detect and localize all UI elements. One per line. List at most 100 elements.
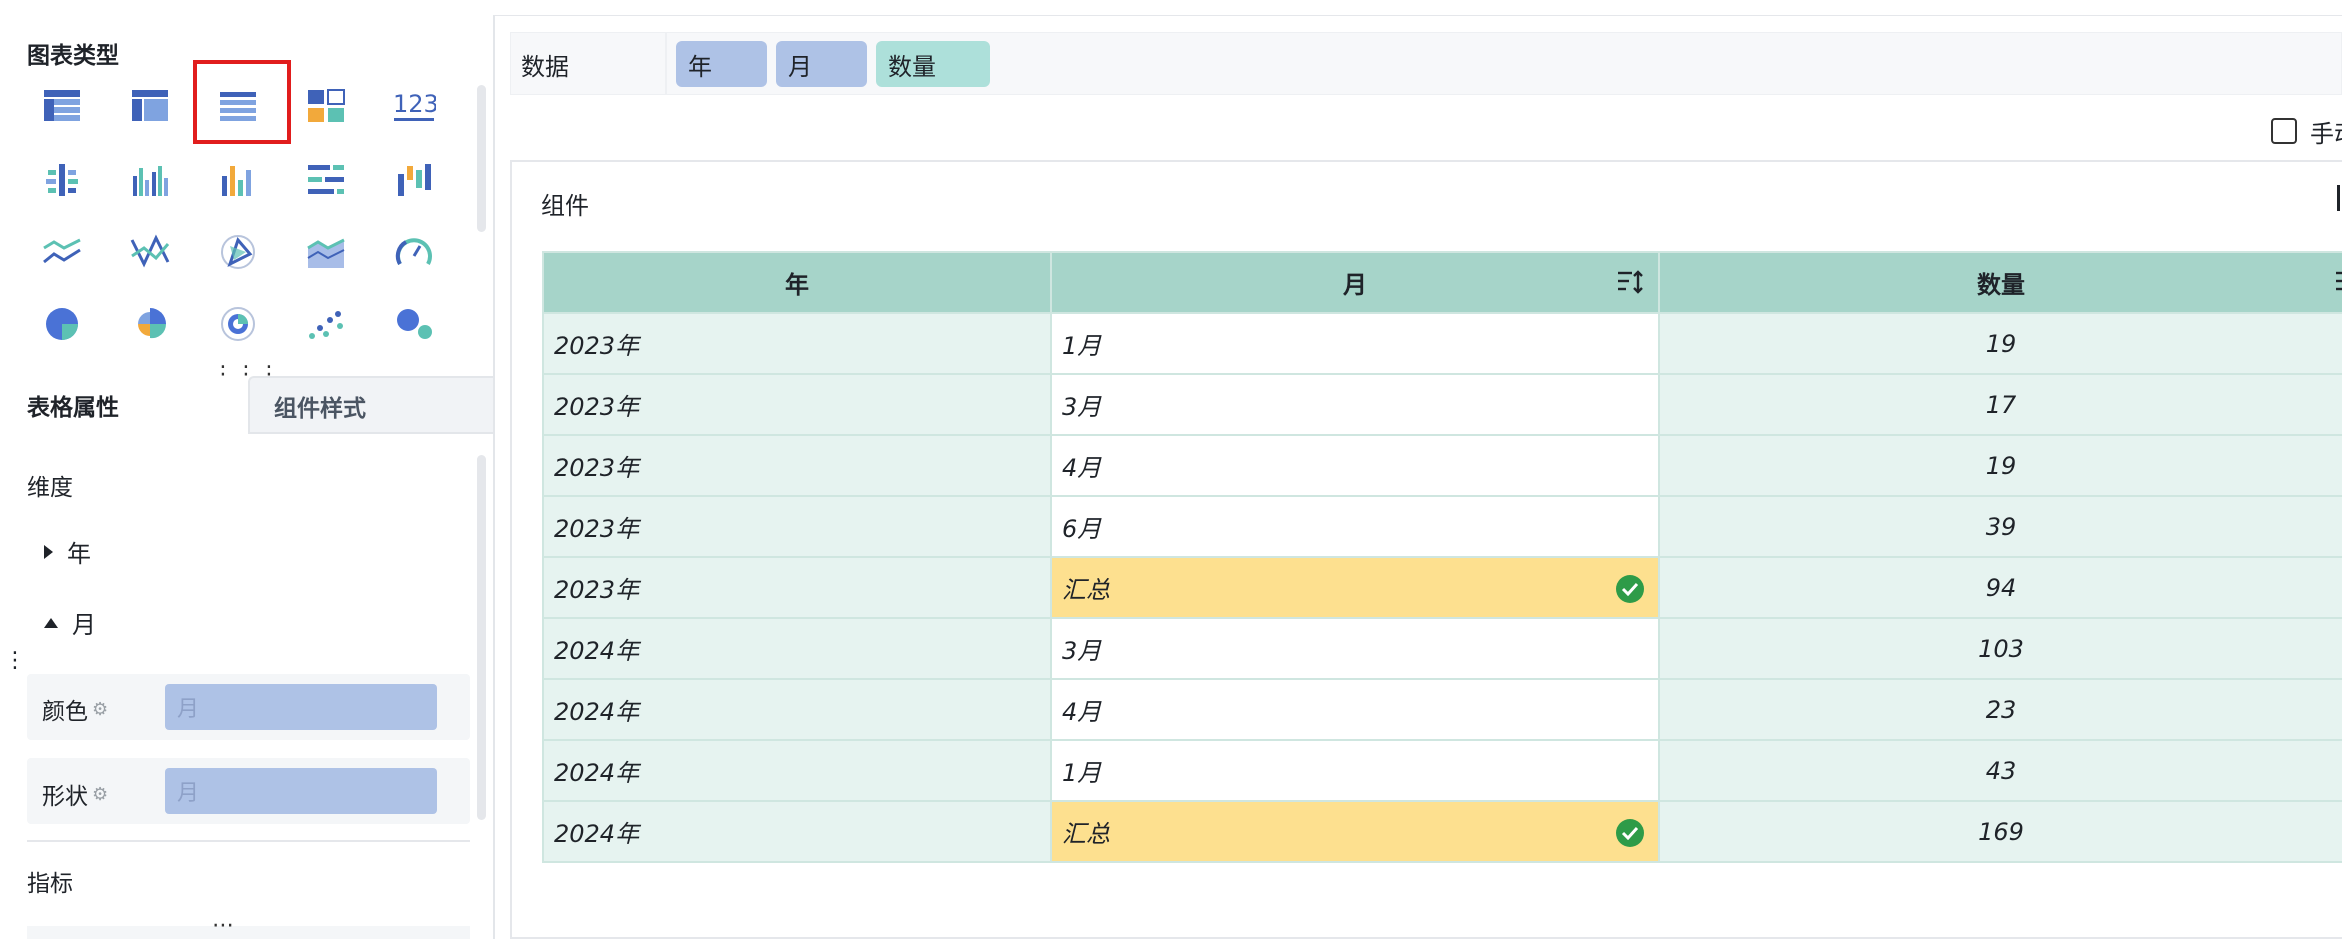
- manual-checkbox[interactable]: [2271, 118, 2297, 144]
- cell-month: 4月: [1050, 434, 1660, 497]
- manual-label: 手动: [2310, 120, 2342, 148]
- cell-quantity: 103: [1658, 617, 2342, 680]
- field-pill-year[interactable]: 年: [676, 41, 767, 87]
- rose-chart-icon[interactable]: [128, 304, 172, 344]
- sort-icon[interactable]: [1616, 269, 1644, 301]
- chart-type-title: 图表类型: [27, 43, 119, 69]
- cell-year: 2023年: [542, 495, 1052, 558]
- prop-shape-field[interactable]: 月: [165, 768, 437, 814]
- component-toolbar-edge: [2337, 185, 2340, 211]
- table-cross-icon[interactable]: [128, 86, 172, 126]
- area-chart-icon[interactable]: [304, 232, 348, 272]
- cell-month-text: 汇总: [1062, 820, 1110, 848]
- pie-chart-icon[interactable]: [40, 304, 84, 344]
- cell-year: 2024年: [542, 739, 1052, 802]
- line-chart-icon[interactable]: [40, 232, 84, 272]
- cell-year: 2024年: [542, 678, 1052, 741]
- table-header-row: 年 月 数量: [542, 251, 2342, 314]
- header-month[interactable]: 月: [1050, 251, 1660, 314]
- cell-month: 6月: [1050, 495, 1660, 558]
- chart-grid-scrollbar[interactable]: [477, 85, 486, 232]
- header-quantity-label: 数量: [1977, 271, 2025, 299]
- table-row[interactable]: 2024年 4月 23: [542, 678, 2342, 741]
- cell-month-text: 4月: [1062, 454, 1102, 482]
- resize-handle-bottom[interactable]: ⋯: [212, 913, 235, 938]
- side-drag-handle[interactable]: ⋮: [4, 648, 26, 673]
- field-pill-month[interactable]: 月: [776, 41, 867, 87]
- cell-month: 4月: [1050, 678, 1660, 741]
- field-pill-quantity[interactable]: 数量: [876, 41, 990, 87]
- tree-item-month-label: 月: [72, 611, 96, 639]
- caret-right-icon: [44, 544, 53, 559]
- tree-item-month[interactable]: 月: [44, 605, 96, 640]
- cell-month-total: 汇总: [1050, 800, 1660, 863]
- gear-icon[interactable]: ⚙: [92, 784, 108, 805]
- cell-quantity: 19: [1658, 312, 2342, 375]
- cell-month-text: 汇总: [1062, 576, 1110, 604]
- component-title: 组件: [541, 192, 589, 220]
- cell-month-text: 6月: [1062, 515, 1102, 543]
- bar-horizontal-icon[interactable]: [40, 160, 84, 200]
- tree-item-year[interactable]: 年: [44, 534, 91, 569]
- tab-component-style-label: 组件样式: [274, 395, 366, 422]
- radar-icon[interactable]: [216, 232, 260, 272]
- cell-month: 3月: [1050, 373, 1660, 436]
- cell-quantity: 17: [1658, 373, 2342, 436]
- table-row[interactable]: 2024年 3月 103: [542, 617, 2342, 680]
- cell-quantity: 39: [1658, 495, 2342, 558]
- sort-icon[interactable]: [2334, 269, 2342, 301]
- line-cross-icon[interactable]: [128, 232, 172, 272]
- tab-component-style[interactable]: 组件样式: [248, 376, 493, 433]
- caret-down-icon: [44, 617, 58, 628]
- header-year-label: 年: [785, 271, 809, 299]
- metrics-row-partial: [27, 926, 470, 939]
- cell-year: 2023年: [542, 373, 1052, 436]
- prop-shape-text: 形状: [42, 784, 88, 810]
- data-bar-label: 数据: [521, 53, 569, 81]
- table-row[interactable]: 2023年 6月 39: [542, 495, 2342, 558]
- table-row[interactable]: 2024年 1月 43: [542, 739, 2342, 802]
- cell-quantity: 94: [1658, 556, 2342, 619]
- cell-month-text: 1月: [1062, 759, 1102, 787]
- cell-year: 2024年: [542, 800, 1052, 863]
- table-row[interactable]: 2023年 4月 19: [542, 434, 2342, 497]
- header-year[interactable]: 年: [542, 251, 1052, 314]
- bar-grouped-icon[interactable]: [128, 160, 172, 200]
- bar-stacked-icon[interactable]: [392, 160, 436, 200]
- bar-horizontal-list-icon[interactable]: [304, 160, 348, 200]
- cell-year: 2023年: [542, 556, 1052, 619]
- selected-chart-highlight: [193, 60, 291, 144]
- section-divider: [27, 840, 470, 842]
- number-card-icon[interactable]: 123: [392, 86, 436, 126]
- props-scrollbar[interactable]: [477, 455, 486, 820]
- header-month-label: 月: [1343, 271, 1367, 299]
- table-detail-icon[interactable]: [40, 86, 84, 126]
- cell-month-text: 3月: [1062, 637, 1102, 665]
- cell-year: 2024年: [542, 617, 1052, 680]
- donut-chart-icon[interactable]: [216, 304, 260, 344]
- table-row[interactable]: 2023年 3月 17: [542, 373, 2342, 436]
- table-row[interactable]: 2024年 汇总 169: [542, 800, 2342, 863]
- prop-color-field[interactable]: 月: [165, 684, 437, 730]
- cell-month-total: 汇总: [1050, 556, 1660, 619]
- scatter-chart-icon[interactable]: [304, 304, 348, 344]
- cell-quantity: 23: [1658, 678, 2342, 741]
- table-row[interactable]: 2023年 1月 19: [542, 312, 2342, 375]
- gear-icon[interactable]: ⚙: [92, 699, 108, 720]
- bar-color-icon[interactable]: [216, 160, 260, 200]
- cell-year: 2023年: [542, 312, 1052, 375]
- bubble-chart-icon[interactable]: [392, 304, 436, 344]
- summary-table: 年 月 数量 2023年 1月 19 2023年 3月 17 2023年 4月 19 2023年 6…: [542, 251, 2342, 863]
- cell-month-text: 1月: [1062, 332, 1102, 360]
- cell-quantity: 169: [1658, 800, 2342, 863]
- gauge-icon[interactable]: [392, 232, 436, 272]
- cell-quantity: 43: [1658, 739, 2342, 802]
- cell-month: 1月: [1050, 312, 1660, 375]
- table-row[interactable]: 2023年 汇总 94: [542, 556, 2342, 619]
- dimension-section-label: 维度: [27, 475, 73, 501]
- header-quantity[interactable]: 数量: [1658, 251, 2342, 314]
- svg-text:123: 123: [393, 90, 436, 118]
- dashboard-block-icon[interactable]: [304, 86, 348, 126]
- prop-color-text: 颜色: [42, 699, 88, 725]
- tab-table-properties[interactable]: 表格属性: [0, 376, 248, 433]
